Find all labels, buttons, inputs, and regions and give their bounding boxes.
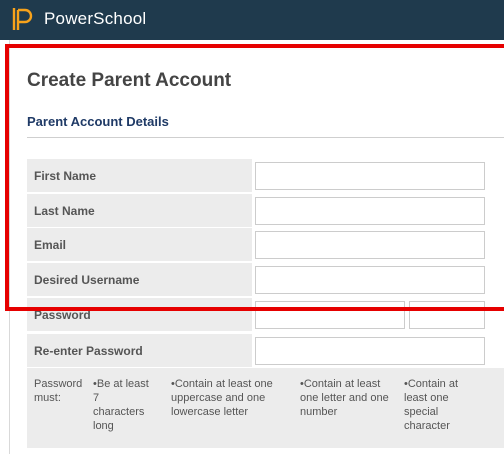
username-row: Desired Username bbox=[27, 263, 504, 296]
reenter-password-row: Re-enter Password bbox=[27, 334, 504, 367]
password-strength-box bbox=[409, 301, 485, 329]
password-requirements: Password must: •Be at least 7 characters… bbox=[27, 368, 504, 448]
email-label-cell: Email bbox=[27, 228, 252, 261]
powerschool-logo-icon bbox=[12, 8, 33, 30]
password-row: Password bbox=[27, 298, 504, 331]
brand-name: PowerSchool bbox=[44, 9, 147, 28]
left-divider bbox=[9, 40, 10, 454]
last-name-input[interactable] bbox=[255, 197, 485, 225]
reenter-password-input[interactable] bbox=[255, 337, 485, 365]
last-name-row: Last Name bbox=[27, 194, 504, 227]
password-label: Password bbox=[34, 308, 91, 322]
reenter-password-label-cell: Re-enter Password bbox=[27, 334, 252, 367]
username-label: Desired Username bbox=[34, 273, 140, 287]
password-requirements-intro: Password must: bbox=[34, 378, 83, 404]
section-divider bbox=[27, 137, 504, 138]
password-label-cell: Password bbox=[27, 298, 252, 331]
section-title: Parent Account Details bbox=[27, 114, 169, 129]
first-name-label-cell: First Name bbox=[27, 159, 252, 192]
password-rule-special: •Contain at least one special character bbox=[404, 378, 458, 432]
email-label: Email bbox=[34, 238, 67, 252]
email-input[interactable] bbox=[255, 231, 485, 259]
top-header-bar: PowerSchool bbox=[0, 0, 504, 40]
password-rule-case: •Contain at least one uppercase and one … bbox=[171, 378, 273, 418]
first-name-label: First Name bbox=[34, 169, 97, 183]
first-name-input[interactable] bbox=[255, 162, 485, 190]
password-rule-letter-number: •Contain at least one letter and one num… bbox=[300, 378, 389, 418]
password-input[interactable] bbox=[255, 301, 405, 329]
username-label-cell: Desired Username bbox=[27, 263, 252, 296]
reenter-password-label: Re-enter Password bbox=[34, 344, 143, 358]
password-rule-length: •Be at least 7 characters long bbox=[93, 378, 149, 432]
username-input[interactable] bbox=[255, 266, 485, 294]
page-title: Create Parent Account bbox=[27, 70, 232, 91]
last-name-label-cell: Last Name bbox=[27, 194, 252, 227]
first-name-row: First Name bbox=[27, 159, 504, 192]
email-row: Email bbox=[27, 228, 504, 261]
last-name-label: Last Name bbox=[34, 204, 95, 218]
